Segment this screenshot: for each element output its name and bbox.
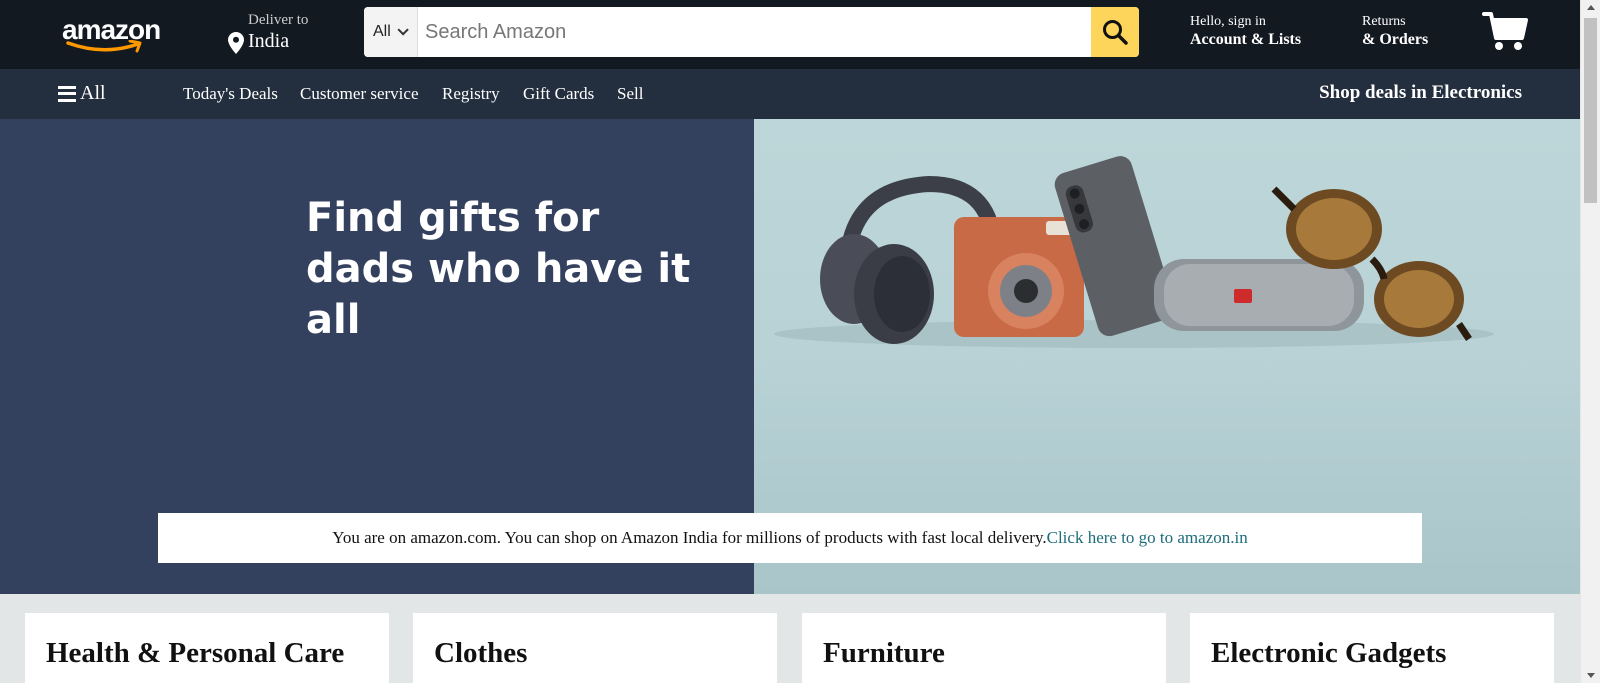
electronics-deals-link[interactable]: Shop deals in Electronics	[1319, 82, 1522, 104]
category-card-furniture[interactable]: Furniture	[802, 613, 1166, 683]
scrollbar-thumb[interactable]	[1584, 18, 1597, 203]
nav-link-sell[interactable]: Sell	[617, 84, 643, 104]
category-card-electronics[interactable]: Electronic Gadgets	[1190, 613, 1554, 683]
hero-banner[interactable]: Find gifts for dads who have it all You …	[0, 119, 1580, 594]
returns-label: Returns	[1362, 14, 1406, 29]
page-scrollbar[interactable]	[1580, 0, 1600, 683]
nav-link-gift-cards[interactable]: Gift Cards	[523, 84, 594, 104]
account-label: Account & Lists	[1190, 31, 1302, 48]
all-menu-button[interactable]: All	[58, 82, 106, 105]
secondary-navigation: All Today's Deals Customer service Regis…	[0, 69, 1580, 119]
hero-title-line-2: dads who have it all	[306, 246, 691, 343]
hamburger-icon	[58, 85, 76, 102]
location-pin-icon	[228, 32, 244, 54]
category-card-title: Health & Personal Care	[46, 637, 345, 669]
bluetooth-speaker-image	[1154, 259, 1364, 331]
top-navigation-bar: amazon Deliver to India All Hello, sign …	[0, 0, 1580, 69]
deliver-location: India	[248, 30, 290, 52]
locale-notice-banner: You are on amazon.com. You can shop on A…	[158, 513, 1422, 563]
scroll-down-arrow-icon[interactable]	[1587, 673, 1595, 678]
category-card-title: Clothes	[434, 637, 528, 669]
category-card-title: Electronic Gadgets	[1211, 637, 1447, 669]
instant-camera-image	[954, 217, 1084, 337]
category-cards: Health & Personal Care Clothes Furniture…	[0, 594, 1580, 683]
all-menu-label: All	[80, 82, 106, 104]
search-icon	[1103, 20, 1128, 45]
hero-title-line-1: Find gifts for	[306, 195, 600, 241]
cart-icon	[1482, 12, 1528, 50]
account-lists-menu[interactable]: Hello, sign in Account & Lists	[1190, 14, 1301, 49]
account-greeting: Hello, sign in	[1190, 14, 1266, 29]
nav-link-registry[interactable]: Registry	[442, 84, 500, 104]
category-card-title: Furniture	[823, 637, 945, 669]
search-input[interactable]	[418, 7, 1088, 57]
category-card-clothes[interactable]: Clothes	[413, 613, 777, 683]
search-category-select[interactable]: All	[364, 7, 418, 57]
amazon-in-link[interactable]: Click here to go to amazon.in	[1047, 528, 1248, 548]
scroll-up-arrow-icon[interactable]	[1587, 5, 1595, 10]
orders-label: & Orders	[1362, 31, 1429, 48]
nav-link-customer-service[interactable]: Customer service	[300, 84, 419, 104]
cart-button[interactable]	[1482, 10, 1528, 57]
category-card-health[interactable]: Health & Personal Care	[25, 613, 389, 683]
returns-orders-link[interactable]: Returns & Orders	[1362, 14, 1428, 49]
nav-link-todays-deals[interactable]: Today's Deals	[183, 84, 278, 104]
search-bar: All	[364, 7, 1139, 57]
deliver-label: Deliver to	[248, 12, 309, 28]
chevron-down-icon	[397, 24, 409, 36]
amazon-smile-icon	[66, 40, 142, 53]
search-button[interactable]	[1091, 7, 1139, 57]
search-category-label: All	[373, 23, 391, 40]
locale-notice-text: You are on amazon.com. You can shop on A…	[332, 528, 1047, 547]
deliver-to-selector[interactable]: Deliver to India	[228, 12, 338, 58]
amazon-logo[interactable]: amazon	[62, 14, 166, 54]
hero-title: Find gifts for dads who have it all	[306, 193, 746, 346]
